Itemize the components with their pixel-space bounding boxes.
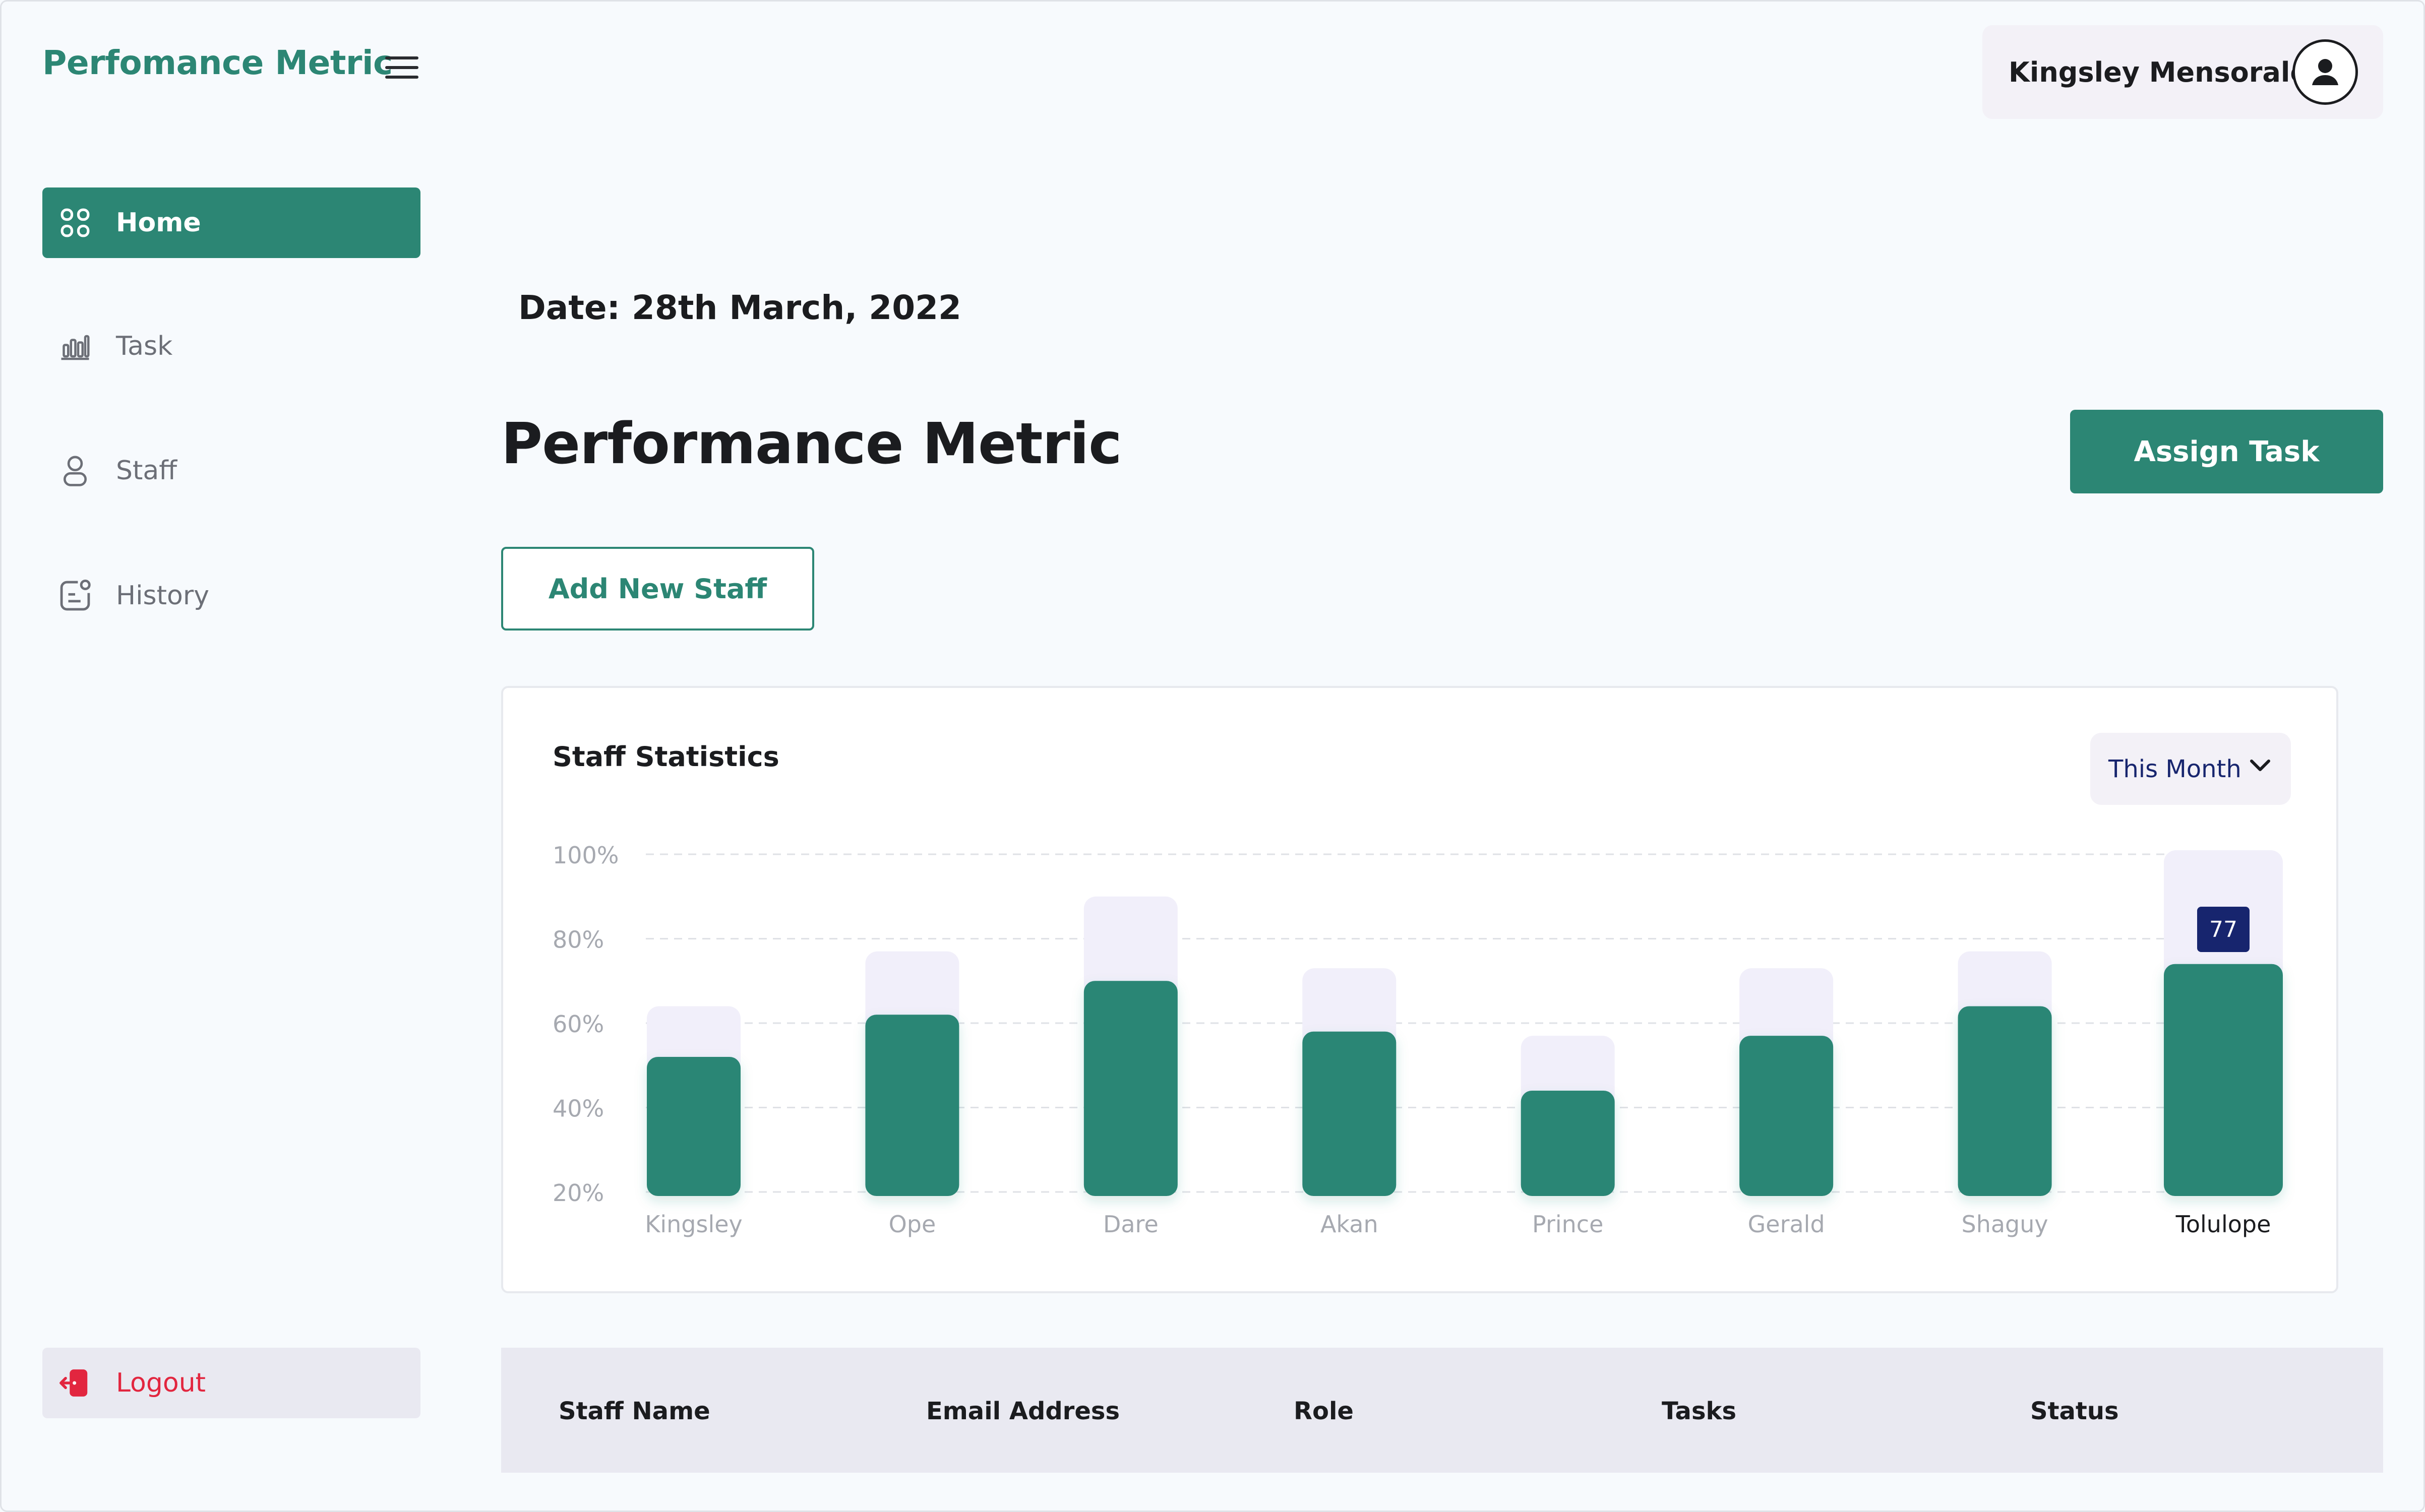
add-new-staff-button[interactable]: Add New Staff bbox=[501, 547, 814, 631]
assign-task-button[interactable]: Assign Task bbox=[2070, 410, 2383, 493]
bar bbox=[1302, 1031, 1397, 1196]
y-tick-label: 20% bbox=[553, 1179, 604, 1207]
sidebar-item-label: Home bbox=[116, 208, 201, 238]
y-tick-label: 80% bbox=[553, 926, 604, 954]
avatar-icon bbox=[2292, 39, 2358, 105]
y-tick-label: 100% bbox=[553, 842, 619, 869]
x-tick-label: Ope bbox=[889, 1211, 936, 1238]
bar bbox=[1083, 981, 1178, 1196]
history-icon bbox=[57, 578, 93, 613]
grid-icon bbox=[57, 205, 93, 240]
x-tick-label: Kingsley bbox=[645, 1211, 743, 1238]
sidebar-item-label: Staff bbox=[116, 456, 177, 486]
y-tick-label: 40% bbox=[553, 1095, 604, 1122]
bar bbox=[1958, 1006, 2052, 1196]
user-profile[interactable]: Kingsley Mensorale bbox=[1982, 25, 2383, 119]
bar bbox=[1521, 1091, 1615, 1196]
column-header-staff-name[interactable]: Staff Name bbox=[559, 1397, 710, 1425]
column-header-role[interactable]: Role bbox=[1294, 1397, 1354, 1425]
current-date: Date: 28th March, 2022 bbox=[518, 288, 961, 327]
column-header-email[interactable]: Email Address bbox=[926, 1397, 1120, 1425]
x-tick-label: Shaguy bbox=[1962, 1211, 2048, 1238]
bar bbox=[2164, 964, 2283, 1196]
user-icon bbox=[57, 453, 93, 488]
logout-icon bbox=[57, 1365, 93, 1401]
sidebar-item-label: Task bbox=[116, 331, 173, 361]
bar-chart-icon bbox=[57, 329, 93, 364]
column-header-tasks[interactable]: Tasks bbox=[1662, 1397, 1736, 1425]
bar-chart: 100% 80% 60% 40% 20% Kingsley Ope Dare Akan Princ… bbox=[553, 842, 2283, 1238]
sidebar-item-home[interactable]: Home bbox=[42, 187, 420, 258]
x-tick-label: Prince bbox=[1532, 1211, 1603, 1238]
x-tick-label: Gerald bbox=[1748, 1211, 1825, 1238]
logout-label: Logout bbox=[116, 1368, 206, 1398]
user-name: Kingsley Mensorale bbox=[2009, 56, 2309, 88]
menu-toggle-icon[interactable] bbox=[385, 56, 418, 79]
sidebar-item-label: History bbox=[116, 581, 209, 611]
x-tick-label: Tolulope bbox=[2175, 1211, 2271, 1238]
sidebar-item-history[interactable]: History bbox=[42, 560, 420, 631]
sidebar-item-task[interactable]: Task bbox=[42, 311, 420, 382]
x-tick-label: Akan bbox=[1320, 1211, 1378, 1238]
y-tick-label: 60% bbox=[553, 1011, 604, 1038]
column-header-status[interactable]: Status bbox=[2030, 1397, 2119, 1425]
brand-logo: Perfomance Metric bbox=[42, 43, 393, 82]
value-tooltip-label: 77 bbox=[2209, 917, 2237, 942]
bar bbox=[865, 1015, 959, 1196]
bar bbox=[1739, 1036, 1834, 1196]
page-title: Performance Metric bbox=[501, 411, 1122, 477]
bar bbox=[647, 1057, 741, 1196]
staff-table-header: Staff Name Email Address Role Tasks Stat… bbox=[501, 1348, 2383, 1473]
logout-button[interactable]: Logout bbox=[42, 1348, 420, 1418]
staff-statistics-card: Staff Statistics This Month 100% 80% 60% 40… bbox=[501, 686, 2338, 1293]
x-tick-label: Dare bbox=[1103, 1211, 1159, 1238]
sidebar-item-staff[interactable]: Staff bbox=[42, 435, 420, 506]
